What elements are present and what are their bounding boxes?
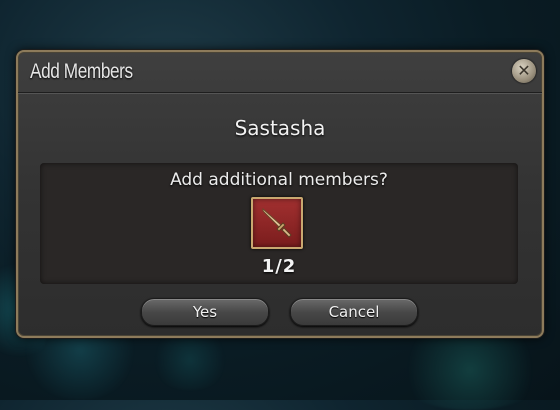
sword-icon [251,197,303,249]
dialog-title: Add Members [30,60,133,83]
add-members-dialog: Add Members ✕ Sastasha Add additional me… [16,50,544,338]
duty-name: Sastasha [234,116,326,140]
party-count: 1/2 [261,256,297,277]
background-coral [390,330,550,410]
background-coral [150,330,230,390]
dialog-titlebar: Add Members ✕ [18,52,542,93]
yes-button[interactable]: Yes [141,298,269,326]
cancel-button[interactable]: Cancel [290,298,418,326]
close-icon[interactable]: ✕ [512,59,536,83]
add-members-question: Add additional members? [170,170,388,190]
members-panel: Add additional members? 1/2 [40,163,518,284]
